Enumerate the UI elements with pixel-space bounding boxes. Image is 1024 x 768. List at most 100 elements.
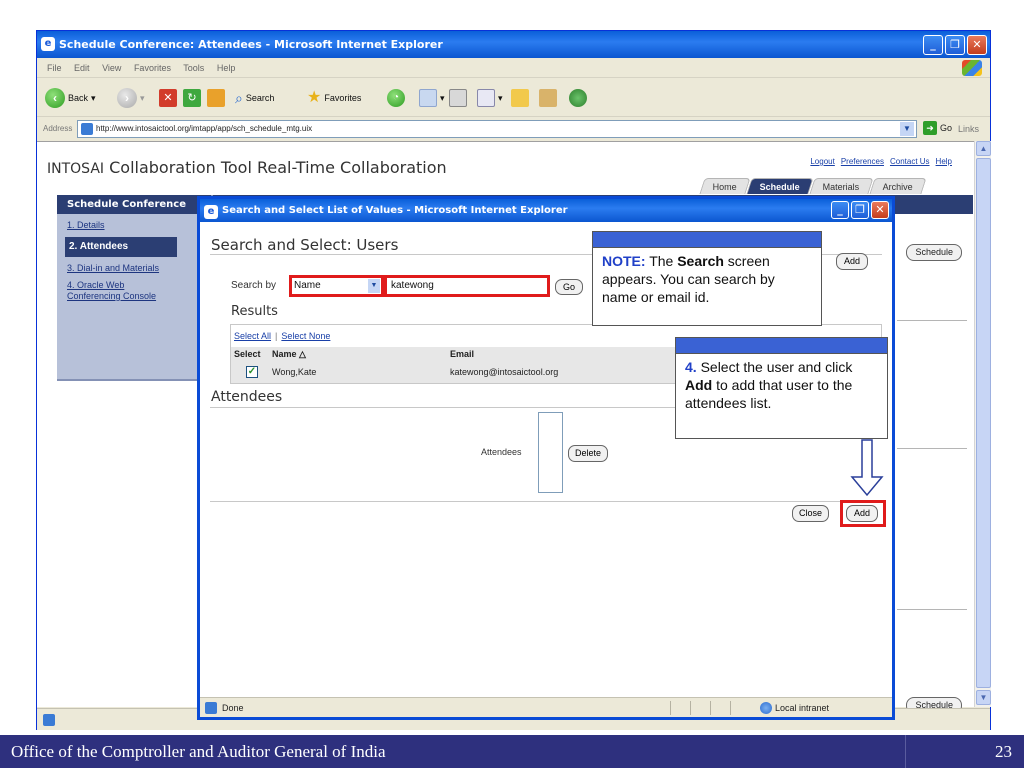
vertical-scrollbar[interactable]: ▲ ▼ [974,141,991,707]
nav-item-web-console[interactable]: 4. Oracle Web Conferencing Console [67,280,177,302]
main-tabs: Home Schedule Materials Archive [699,178,927,194]
search-input[interactable]: katewong [384,275,550,297]
search-input-value: katewong [391,280,434,291]
scroll-thumb[interactable] [976,158,991,688]
search-go-button[interactable]: Go [555,279,584,295]
close-button[interactable]: Close [792,505,830,522]
tab-materials[interactable]: Materials [809,178,874,194]
popup-maximize-button[interactable]: ❐ [851,201,869,219]
status-separator [710,701,711,715]
word-icon [477,89,495,107]
row-email: katewong@intosaictool.org [450,367,559,377]
popup-minimize-button[interactable]: _ [831,201,849,219]
address-input[interactable]: http://www.intosaictool.org/imtapp/app/s… [77,120,917,138]
scroll-down-icon[interactable]: ▼ [976,690,991,705]
edit-dropdown-icon[interactable]: ▾ [498,88,503,108]
row-checkbox[interactable]: ✓ [246,366,258,378]
address-bar: Address http://www.intosaictool.org/imta… [37,118,990,140]
step-text: 4. Select the user and click Add to add … [676,354,887,412]
home-button[interactable] [207,88,225,108]
forward-arrow-icon: › [117,88,137,108]
history-button[interactable]: ◔ [387,88,405,108]
status-zone-label: Local intranet [775,703,830,713]
back-button[interactable]: ‹ Back ▾ [45,88,96,108]
contact-us-link[interactable]: Contact Us [890,157,930,166]
select-all-link[interactable]: Select All [234,331,271,341]
divider [897,320,967,321]
tab-home-label: Home [712,182,737,192]
column-email: Email [450,349,475,359]
tab-archive[interactable]: Archive [868,178,927,194]
add-button-top[interactable]: Add [836,253,869,270]
mail-dropdown-icon[interactable]: ▾ [440,88,445,108]
add-button[interactable]: Add [846,505,879,522]
popup-title-bar[interactable]: e Search and Select List of Values - Mic… [200,199,892,222]
results-title: Results [231,304,278,319]
popup-heading: Search and Select: Users [211,236,399,254]
attendees-listbox[interactable] [538,412,563,493]
schedule-button-top[interactable]: Schedule [906,244,962,261]
favorites-button[interactable]: ★ Favorites [307,88,361,108]
search-by-select[interactable]: Name ▼ [289,275,384,297]
callout-bar [676,338,887,354]
app-title: INTOSAI Collaboration Tool Real-Time Col… [47,158,447,177]
folder-button[interactable] [511,88,529,108]
tab-materials-label: Materials [822,182,860,192]
search-button[interactable]: ⌕ Search [235,88,274,108]
slide: e Schedule Conference: Attendees - Micro… [0,0,1024,768]
menu-bar: File Edit View Favorites Tools Help [37,58,990,78]
column-select: Select [234,349,261,359]
close-window-button[interactable]: ✕ [967,35,987,55]
row-name: Wong,Kate [272,367,317,377]
nav-item-details[interactable]: 1. Details [67,220,177,231]
forward-dropdown-icon[interactable]: ▾ [140,88,145,108]
popup-ie-icon: e [204,205,218,219]
note-callout: NOTE: The Search screen appears. You can… [592,231,822,326]
menu-view[interactable]: View [102,63,121,73]
note-text: NOTE: The Search screen appears. You can… [593,248,821,306]
links-button[interactable]: Links [958,124,979,134]
menu-favorites[interactable]: Favorites [134,63,171,73]
chevron-down-icon[interactable]: ▼ [368,279,380,293]
folder-icon [511,89,529,107]
menu-edit[interactable]: Edit [74,63,90,73]
tab-home[interactable]: Home [699,178,751,194]
logout-link[interactable]: Logout [810,157,834,166]
delete-button[interactable]: Delete [568,445,609,462]
popup-close-window-button[interactable]: ✕ [871,201,889,219]
maximize-button[interactable]: ❐ [945,35,965,55]
nav-item-attendees[interactable]: 2. Attendees [65,237,177,257]
scroll-up-icon[interactable]: ▲ [976,141,991,156]
favorites-label: Favorites [324,93,362,103]
mail-button[interactable]: ▾ [419,88,445,108]
stop-button[interactable]: ✕ [159,88,177,108]
edit-button[interactable]: ▾ [477,88,503,108]
forward-button[interactable]: › ▾ [117,88,145,108]
select-links: Select All | Select None [234,331,330,341]
minimize-button[interactable]: _ [923,35,943,55]
app-title-prefix: INTOSAI [47,161,105,177]
address-label: Address [43,124,73,133]
divider [897,448,967,449]
menu-tools[interactable]: Tools [183,63,204,73]
address-dropdown-icon[interactable]: ▼ [900,122,914,136]
column-name[interactable]: Name △ [272,347,306,362]
separator: | [275,331,278,341]
go-arrow-icon: ➜ [923,121,937,135]
windows-logo-icon [962,60,982,76]
menu-help[interactable]: Help [217,63,236,73]
go-button[interactable]: ➜ Go [923,121,952,135]
preferences-link[interactable]: Preferences [841,157,884,166]
menu-file[interactable]: File [47,63,62,73]
messenger-button[interactable] [569,88,587,108]
research-button[interactable] [539,88,557,108]
refresh-button[interactable]: ↻ [183,88,201,108]
back-dropdown-icon[interactable]: ▾ [91,88,96,108]
ie-title-bar[interactable]: e Schedule Conference: Attendees - Micro… [37,31,990,58]
nav-item-dial-in[interactable]: 3. Dial-in and Materials [67,263,177,274]
help-link[interactable]: Help [936,157,952,166]
address-url: http://www.intosaictool.org/imtapp/app/s… [96,124,313,133]
select-none-link[interactable]: Select None [281,331,330,341]
tab-schedule[interactable]: Schedule [746,178,814,194]
print-button[interactable] [449,88,467,108]
